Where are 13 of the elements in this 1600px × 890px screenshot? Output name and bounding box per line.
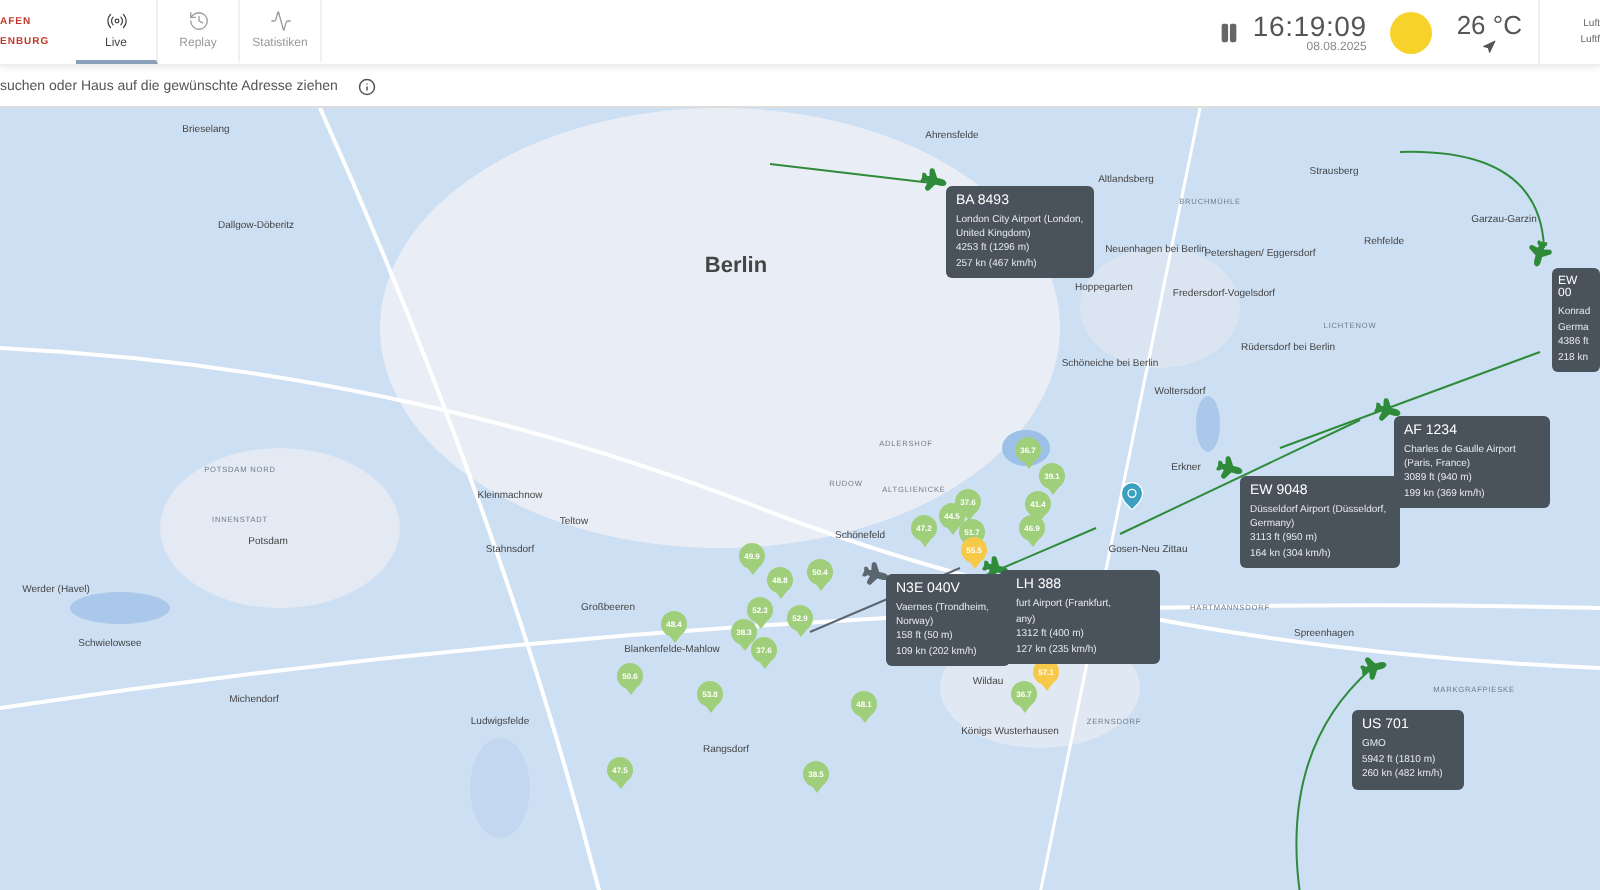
clock-time: 16:19:09: [1252, 10, 1367, 42]
lake: [70, 592, 170, 624]
temperature: 26 °C: [1456, 10, 1522, 40]
lake: [1196, 396, 1220, 452]
info-icon[interactable]: [357, 77, 376, 95]
history-icon: [187, 10, 209, 32]
location-pin-icon[interactable]: [1116, 480, 1148, 512]
wind-direction-icon: [1482, 40, 1497, 54]
pause-icon[interactable]: [1218, 21, 1241, 43]
chart-icon: [269, 10, 291, 32]
sun-icon: [1390, 11, 1433, 53]
place-label: Berlin: [704, 254, 768, 278]
broadcast-icon: [105, 10, 127, 32]
